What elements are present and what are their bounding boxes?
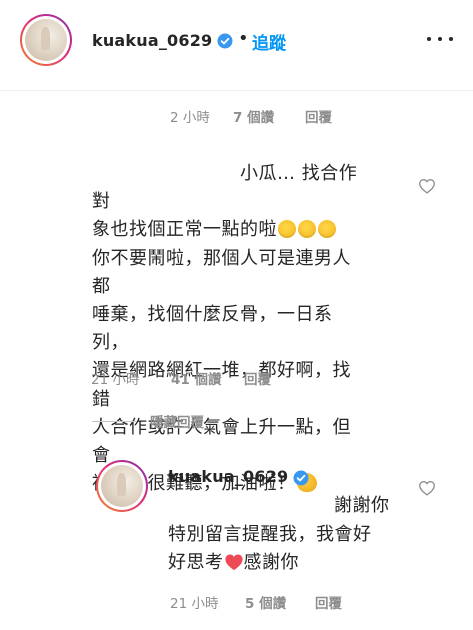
- header-avatar[interactable]: [20, 14, 72, 66]
- rolling-laughing-emoji: [278, 220, 296, 239]
- hide-replies-button[interactable]: 隱藏回覆: [150, 411, 204, 431]
- comment-line: 唾棄，找個什麼反骨，一日系列，: [92, 304, 333, 354]
- comment-line: 你不要鬧啦，那個人可是連男人都: [92, 247, 351, 297]
- reply-time: 21 小時: [170, 596, 219, 612]
- post-header: kuakua_0629 • 追蹤: [0, 0, 473, 91]
- header-username[interactable]: kuakua_0629: [92, 31, 212, 50]
- reply-username[interactable]: kuakua_0629: [168, 467, 288, 486]
- comment-line: 象也找個正常一點的啦: [92, 219, 277, 241]
- reply-line: 感謝你: [243, 552, 299, 573]
- reply-line: 特別留言提醒我，我會好: [168, 523, 372, 545]
- follow-button[interactable]: 追蹤: [252, 29, 286, 54]
- comment-likes[interactable]: 41 個讚: [171, 368, 222, 388]
- rolling-laughing-emoji: [318, 220, 336, 239]
- reply-avatar[interactable]: [96, 460, 148, 512]
- reply-likes[interactable]: 5 個讚: [245, 592, 286, 612]
- like-heart-icon[interactable]: [418, 178, 436, 194]
- verified-badge-icon: [217, 33, 233, 49]
- reply-button[interactable]: 回覆: [244, 368, 271, 388]
- reply-body: 謝謝你 特別留言提醒我，我會好 好思考 感謝你: [168, 492, 403, 578]
- more-options-icon[interactable]: [425, 33, 455, 45]
- comment-time: 21 小時: [91, 372, 140, 388]
- comment-likes[interactable]: 7 個讚: [233, 106, 274, 126]
- comment-body: 小瓜… 找合作對 象也找個正常一點的啦 你不要鬧啦，那個人可是連男人都 唾棄，找…: [92, 160, 362, 498]
- header-separator: •: [238, 28, 249, 49]
- comment-line: 人合作或許人氣會上升一點，但會: [92, 416, 351, 467]
- comment-time: 2 小時: [170, 110, 210, 126]
- rolling-laughing-emoji: [298, 220, 316, 239]
- hide-replies-line: [92, 421, 136, 422]
- red-heart-emoji: [224, 554, 243, 571]
- reply-button[interactable]: 回覆: [315, 592, 342, 612]
- comment-line: 小瓜… 找合作對: [92, 163, 358, 213]
- reply-line: 謝謝你: [334, 495, 390, 516]
- verified-badge-icon: [293, 470, 309, 486]
- reply-button[interactable]: 回覆: [305, 106, 332, 126]
- reply-line: 好思考: [168, 552, 224, 573]
- like-heart-icon[interactable]: [418, 480, 436, 496]
